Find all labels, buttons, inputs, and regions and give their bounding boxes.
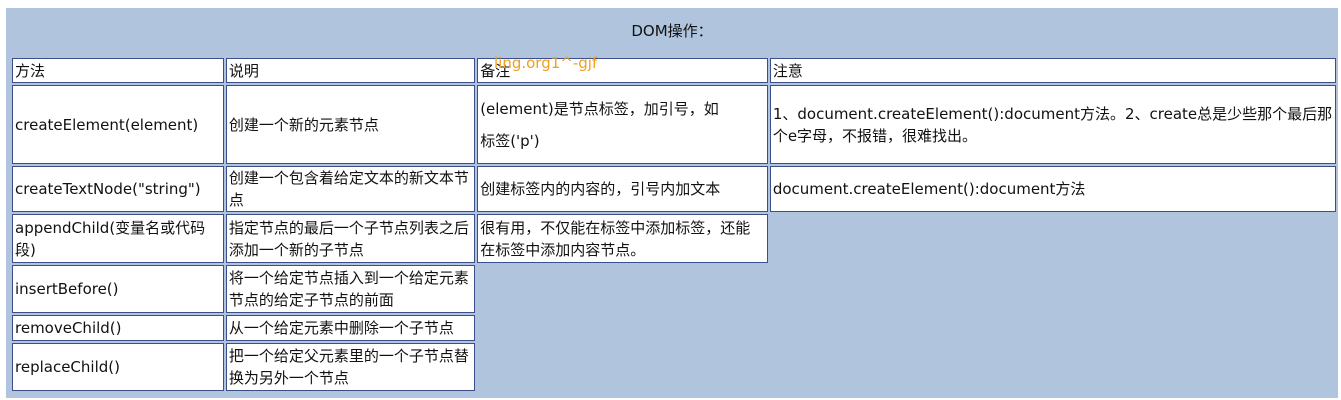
table-row: createElement(element) 创建一个新的元素节点 (eleme… [12, 85, 1336, 164]
empty-cell [477, 343, 768, 391]
description-cell: 把一个给定父元素里的一个子节点替换为另外一个节点 [225, 343, 476, 391]
description-cell: 从一个给定元素中删除一个子节点 [225, 315, 476, 341]
dom-operations-panel: DOM操作： 方法 说明 备注 注意 createElement(element… [6, 8, 1338, 398]
method-cell: appendChild(变量名或代码段) [12, 214, 224, 263]
method-cell: createElement(element) [12, 85, 224, 164]
method-cell: insertBefore() [12, 265, 224, 313]
table-row: insertBefore() 将一个给定节点插入到一个给定元素节点的给定子节点的… [12, 265, 1336, 313]
header-remark: 备注 [477, 58, 768, 83]
empty-cell [770, 315, 1336, 341]
empty-cell [770, 265, 1336, 313]
empty-cell [770, 214, 1336, 263]
method-cell: replaceChild() [12, 343, 224, 391]
header-method: 方法 [12, 58, 224, 83]
description-cell: 指定节点的最后一个子节点列表之后添加一个新的子节点 [225, 214, 476, 263]
header-row: 方法 说明 备注 注意 [12, 58, 1336, 83]
description-cell: 创建一个包含着给定文本的新文本节点 [225, 166, 476, 212]
description-cell: 将一个给定节点插入到一个给定元素节点的给定子节点的前面 [225, 265, 476, 313]
method-cell: removeChild() [12, 315, 224, 341]
note-cell: 1、document.createElement():document方法。2、… [769, 85, 1336, 164]
description-cell: 创建一个新的元素节点 [225, 85, 476, 164]
dom-methods-table: 方法 说明 备注 注意 createElement(element) 创建一个新… [10, 56, 1338, 393]
note-cell: document.createElement():document方法 [769, 166, 1336, 212]
remark-line: 标签('p') [480, 131, 540, 150]
table-row: appendChild(变量名或代码段) 指定节点的最后一个子节点列表之后添加一… [12, 214, 1336, 263]
method-cell: createTextNode("string") [12, 166, 224, 212]
table-row: createTextNode("string") 创建一个包含着给定文本的新文本… [12, 166, 1336, 212]
remark-cell: 很有用，不仅能在标签中添加标签，还能在标签中添加内容节点。 [477, 214, 768, 263]
remark-line: (element)是节点标签，加引号，如 [480, 99, 719, 118]
empty-cell [477, 315, 768, 341]
header-note: 注意 [769, 58, 1336, 83]
remark-cell: 创建标签内的内容的，引号内加文本 [477, 166, 768, 212]
table-caption: DOM操作： [631, 22, 713, 40]
empty-cell [770, 343, 1336, 391]
empty-cell [477, 265, 768, 313]
header-description: 说明 [225, 58, 476, 83]
table-row: replaceChild() 把一个给定父元素里的一个子节点替换为另外一个节点 [12, 343, 1336, 391]
remark-cell: (element)是节点标签，加引号，如 标签('p') [477, 85, 768, 164]
table-row: removeChild() 从一个给定元素中删除一个子节点 [12, 315, 1336, 341]
